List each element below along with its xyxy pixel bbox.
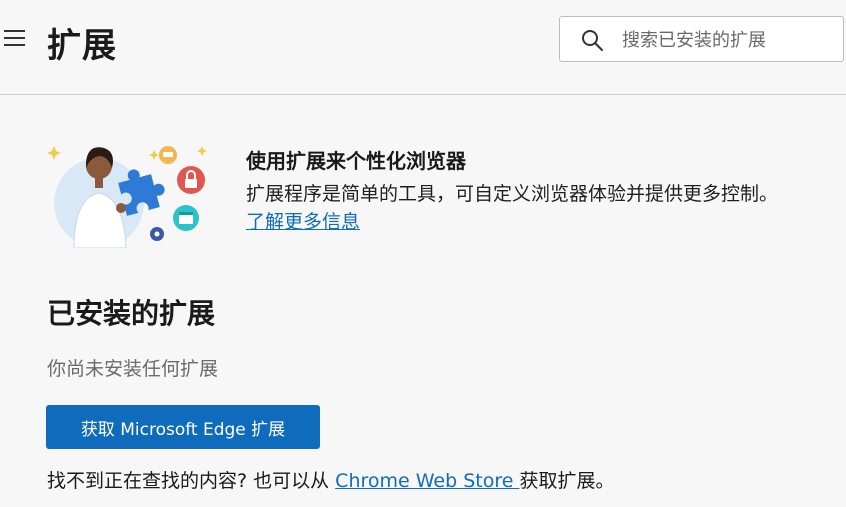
empty-state-message: 你尚未安装任何扩展 bbox=[47, 358, 219, 380]
alternative-store-hint: 找不到正在查找的内容? 也可以从 Chrome Web Store 获取扩展。 bbox=[47, 466, 614, 493]
search-box[interactable] bbox=[559, 16, 844, 62]
hint-prefix: 找不到正在查找的内容? 也可以从 bbox=[47, 470, 336, 492]
hero-description: 扩展程序是简单的工具，可自定义浏览器体验并提供更多控制。了解更多信息 bbox=[246, 180, 791, 236]
get-edge-extensions-button[interactable]: 获取 Microsoft Edge 扩展 bbox=[46, 405, 320, 449]
page-header: 扩展 bbox=[0, 0, 846, 95]
lock-icon bbox=[177, 166, 205, 194]
hero-title: 使用扩展来个性化浏览器 bbox=[246, 149, 466, 173]
hint-suffix: 获取扩展。 bbox=[519, 470, 615, 492]
chrome-web-store-link[interactable]: Chrome Web Store bbox=[335, 470, 519, 492]
gear-icon bbox=[150, 227, 164, 241]
menu-icon[interactable] bbox=[4, 30, 26, 48]
search-input[interactable] bbox=[620, 25, 839, 55]
search-icon bbox=[582, 30, 603, 51]
cart-icon bbox=[159, 146, 177, 164]
calendar-icon bbox=[173, 205, 199, 231]
installed-extensions-title: 已安装的扩展 bbox=[47, 297, 216, 330]
page-title: 扩展 bbox=[47, 26, 117, 66]
extensions-illustration bbox=[47, 146, 207, 248]
learn-more-link[interactable]: 了解更多信息 bbox=[246, 211, 360, 233]
hero-description-text: 扩展程序是简单的工具，可自定义浏览器体验并提供更多控制。 bbox=[246, 183, 779, 205]
